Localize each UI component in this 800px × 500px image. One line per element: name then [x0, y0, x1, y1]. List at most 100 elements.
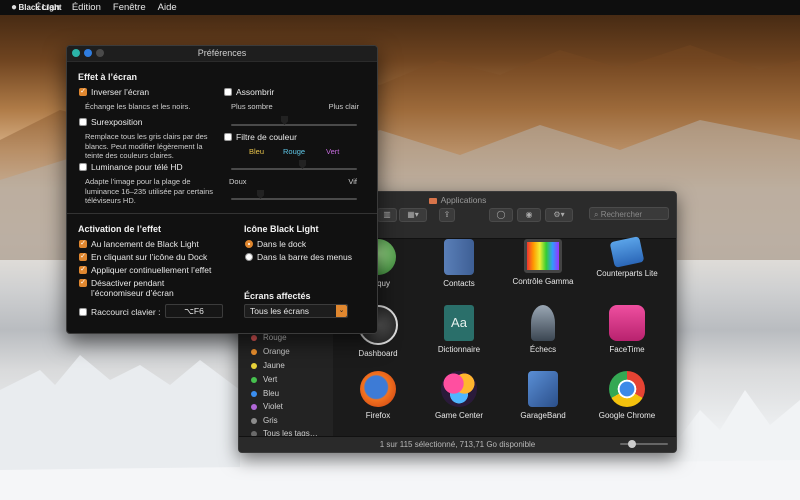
hd-label: Luminance pour télé HD	[91, 162, 183, 172]
app-label: Contacts	[443, 279, 475, 288]
activation-screensaver-label: Désactiver pendant l’économiseur d’écran	[91, 278, 174, 298]
share-button[interactable]: ⇪	[439, 208, 455, 222]
app-item[interactable]: Google Chrome	[587, 371, 667, 420]
app-item[interactable]: Game Center	[419, 371, 499, 420]
app-label: Échecs	[529, 345, 557, 354]
app-item[interactable]: Contacts	[419, 239, 499, 288]
overexposure-checkbox-row[interactable]: Surexposition	[79, 117, 143, 127]
quicklook-button[interactable]: ◉	[517, 208, 541, 222]
icon-size-slider[interactable]	[620, 440, 668, 448]
activation-launch-checkbox[interactable]: ✓	[79, 240, 87, 248]
tag-bleu[interactable]: Bleu	[251, 389, 279, 398]
tag-rouge[interactable]: Rouge	[251, 333, 287, 342]
arrange-button[interactable]: ▦▾	[399, 208, 427, 222]
tag-violet[interactable]: Violet	[251, 402, 283, 411]
invert-checkbox-row[interactable]: ✓ Inverser l’écran	[79, 87, 149, 97]
invert-label: Inverser l’écran	[91, 87, 150, 97]
activation-continuous-row[interactable]: ✓ Appliquer continuellement l’effet	[79, 265, 211, 275]
darken-checkbox-row[interactable]: Assombrir	[224, 87, 274, 97]
search-placeholder: Rechercher	[600, 210, 643, 219]
tag-label: Rouge	[263, 333, 287, 342]
contacts-icon	[444, 239, 474, 275]
tag-label: Violet	[263, 402, 283, 411]
icon-menubar-row[interactable]: Dans la barre des menus	[245, 252, 352, 262]
close-button[interactable]	[72, 49, 80, 57]
menu-app-name[interactable]: Black Light	[0, 3, 80, 12]
icon-dock-row[interactable]: Dans le dock	[245, 239, 306, 249]
view-columns-button[interactable]: ▥	[377, 208, 397, 222]
hd-checkbox-row[interactable]: Luminance pour télé HD	[79, 162, 183, 172]
tag-gris[interactable]: Gris	[251, 416, 278, 425]
hd-checkbox[interactable]	[79, 163, 87, 171]
color-filter-checkbox-row[interactable]: Filtre de couleur	[224, 132, 297, 142]
app-label: GarageBand	[520, 411, 566, 420]
darken-checkbox[interactable]	[224, 88, 232, 96]
color-filter-checkbox[interactable]	[224, 133, 232, 141]
invert-checkbox[interactable]: ✓	[79, 88, 87, 96]
tag-jaune[interactable]: Jaune	[251, 361, 285, 370]
contrast-slider-track[interactable]	[231, 198, 357, 200]
app-item[interactable]: Échecs	[503, 305, 583, 354]
icon-dock-label: Dans le dock	[257, 239, 307, 249]
zoom-button[interactable]	[96, 49, 104, 57]
tag-dot-icon	[251, 334, 257, 341]
activation-launch-row[interactable]: ✓ Au lancement de Black Light	[79, 239, 199, 249]
activation-continuous-checkbox[interactable]: ✓	[79, 266, 87, 274]
activation-dock-checkbox[interactable]: ✓	[79, 253, 87, 261]
shortcut-checkbox[interactable]	[79, 308, 87, 316]
soft-label: Doux	[229, 177, 247, 186]
preferences-panel: Préférences Effet à l’écran ✓ Inverser l’…	[66, 45, 378, 334]
app-item[interactable]: Contrôle Gamma	[503, 239, 583, 286]
app-item[interactable]: FaceTime	[587, 305, 667, 354]
folder-icon	[428, 198, 437, 204]
slider-knob[interactable]	[628, 440, 636, 448]
finder-search-field[interactable]: ⌕ Rechercher	[589, 207, 669, 220]
action-gear-button[interactable]: ⚙▾	[545, 208, 573, 222]
lighter-label: Plus clair	[328, 102, 359, 111]
activation-section-title: Activation de l’effet	[78, 224, 162, 234]
tag-orange[interactable]: Orange	[251, 347, 290, 356]
section-divider	[67, 213, 377, 214]
hd-description: Adapte l’image pour la plage de luminanc…	[85, 177, 213, 205]
app-item[interactable]: Counterparts Lite	[587, 236, 667, 278]
minimize-button[interactable]	[84, 49, 92, 57]
icon-dock-radio[interactable]	[245, 240, 253, 248]
app-item[interactable]: GarageBand	[503, 371, 583, 420]
dictionary-icon: Aa	[444, 305, 474, 341]
chevron-down-icon: ⌄	[336, 305, 347, 317]
finder-content: ...oquy Contacts Contrôle Gamma Counterp…	[333, 236, 676, 437]
color-filter-slider-track[interactable]	[231, 168, 357, 170]
app-item[interactable]: Aa Dictionnaire	[419, 305, 499, 354]
app-label: FaceTime	[609, 345, 645, 354]
app-item[interactable]: Firefox	[338, 371, 418, 420]
activation-dock-row[interactable]: ✓ En cliquant sur l’icône du Dock	[79, 252, 207, 262]
effect-section-title: Effet à l’écran	[78, 72, 138, 82]
tags-button[interactable]: ◯	[489, 208, 513, 222]
icon-section-title: Icône Black Light	[244, 224, 319, 234]
bright-label: Vif	[348, 177, 357, 186]
tag-dot-icon	[251, 390, 257, 397]
prefs-titlebar[interactable]: Préférences	[67, 46, 377, 62]
icon-menubar-radio[interactable]	[245, 253, 253, 261]
tag-label: Jaune	[263, 361, 285, 370]
guitar-icon	[528, 371, 558, 407]
app-label: Dictionnaire	[437, 345, 481, 354]
app-label: Contrôle Gamma	[512, 277, 574, 286]
activation-continuous-label: Appliquer continuellement l’effet	[91, 265, 212, 275]
overexposure-checkbox[interactable]	[79, 118, 87, 126]
tag-dot-icon	[251, 417, 257, 424]
red-label: Rouge	[283, 147, 306, 156]
activation-screensaver-row[interactable]: ✓ Désactiver pendant l’économiseur d’écra…	[79, 278, 186, 298]
screens-select[interactable]: Tous les écrans ⌄	[244, 304, 348, 318]
shortcut-field[interactable]: ⌥F6	[165, 304, 223, 318]
tag-vert[interactable]: Vert	[251, 375, 277, 384]
activation-screensaver-checkbox[interactable]: ✓	[79, 279, 87, 287]
darken-slider-track[interactable]	[231, 124, 357, 126]
status-text: 1 sur 115 sélectionné, 713,71 Go disponi…	[379, 440, 536, 449]
screens-select-value: Tous les écrans	[250, 306, 310, 316]
menu-aide[interactable]: Aide	[158, 2, 177, 13]
search-icon: ⌕	[594, 210, 601, 219]
menu-fenetre[interactable]: Fenêtre	[113, 2, 146, 13]
screens-section-title: Écrans affectés	[244, 291, 311, 301]
firefox-icon	[360, 371, 396, 407]
